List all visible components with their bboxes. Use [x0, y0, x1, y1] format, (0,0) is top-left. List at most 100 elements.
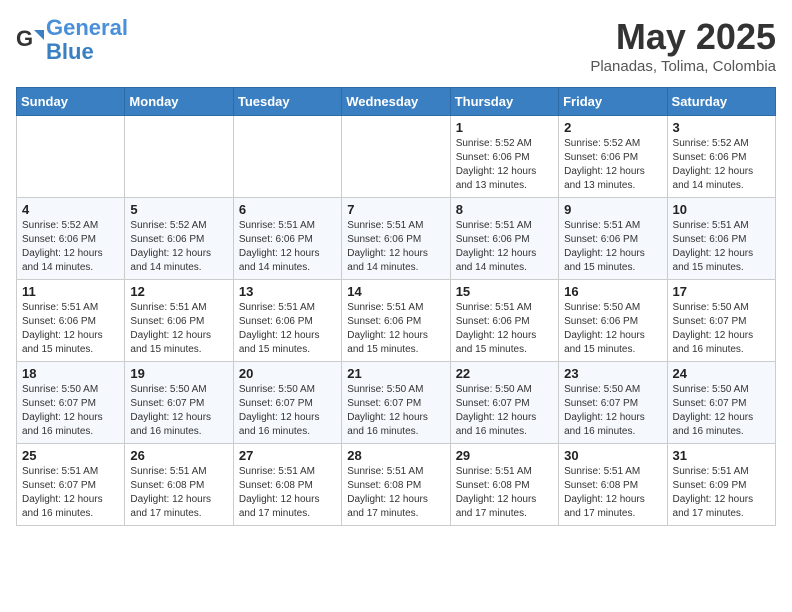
day-number: 26 [130, 448, 227, 463]
calendar-cell: 20Sunrise: 5:50 AM Sunset: 6:07 PM Dayli… [233, 362, 341, 444]
day-number: 13 [239, 284, 336, 299]
day-number: 1 [456, 120, 553, 135]
calendar-table: SundayMondayTuesdayWednesdayThursdayFrid… [16, 87, 776, 526]
day-number: 5 [130, 202, 227, 217]
calendar-cell: 29 Sunrise: 5:51 AM Sunset: 6:08 PM Dayli… [450, 444, 558, 526]
day-number: 27 [239, 448, 336, 463]
day-info: Sunrise: 5:52 AM Sunset: 6:06 PM Dayligh… [130, 219, 227, 275]
day-info: Sunrise: 5:51 AM Sunset: 6:06 PM Dayligh… [456, 219, 553, 275]
day-number: 8 [456, 202, 553, 217]
month-title: May 2025 [590, 16, 776, 58]
calendar-cell: 17 Sunrise: 5:50 AM Sunset: 6:07 PM Dayli… [667, 280, 775, 362]
day-info: Sunrise: 5:52 AM Sunset: 6:06 PM Dayligh… [22, 219, 119, 275]
calendar-cell: 8 Sunrise: 5:51 AM Sunset: 6:06 PM Daylig… [450, 198, 558, 280]
header: G General Blue May 2025 Planadas, Tolima… [16, 16, 776, 75]
day-number: 3 [673, 120, 770, 135]
day-number: 30 [564, 448, 661, 463]
calendar-cell: 28 Sunrise: 5:51 AM Sunset: 6:08 PM Dayli… [342, 444, 450, 526]
day-number: 14 [347, 284, 444, 299]
logo-icon: G [16, 26, 44, 54]
day-info: Sunrise: 5:51 AM Sunset: 6:08 PM Dayligh… [130, 465, 227, 521]
weekday-tuesday: Tuesday [233, 88, 341, 116]
calendar-cell: 24 Sunrise: 5:50 AM Sunset: 6:07 PM Dayli… [667, 362, 775, 444]
day-info: Sunrise: 5:51 AM Sunset: 6:06 PM Dayligh… [456, 301, 553, 357]
day-info: Sunrise: 5:50 AM Sunset: 6:06 PM Dayligh… [564, 301, 661, 357]
day-info: Sunrise: 5:51 AM Sunset: 6:07 PM Dayligh… [22, 465, 119, 521]
day-number: 25 [22, 448, 119, 463]
logo-line1: General [46, 15, 128, 40]
weekday-thursday: Thursday [450, 88, 558, 116]
calendar-cell: 25 Sunrise: 5:51 AM Sunset: 6:07 PM Dayli… [17, 444, 125, 526]
day-info: Sunrise: 5:51 AM Sunset: 6:06 PM Dayligh… [22, 301, 119, 357]
day-number: 15 [456, 284, 553, 299]
week-row-0: 1 Sunrise: 5:52 AM Sunset: 6:06 PM Daylig… [17, 116, 776, 198]
day-info: Sunrise: 5:51 AM Sunset: 6:06 PM Dayligh… [239, 301, 336, 357]
day-number: 22 [456, 366, 553, 381]
day-info: Sunrise: 5:50 AM Sunset: 6:07 PM Dayligh… [564, 383, 661, 439]
calendar-cell: 30 Sunrise: 5:51 AM Sunset: 6:08 PM Dayli… [559, 444, 667, 526]
calendar-cell: 15 Sunrise: 5:51 AM Sunset: 6:06 PM Dayli… [450, 280, 558, 362]
day-number: 29 [456, 448, 553, 463]
day-number: 18 [22, 366, 119, 381]
calendar-cell [233, 116, 341, 198]
day-info: Sunrise: 5:51 AM Sunset: 6:08 PM Dayligh… [347, 465, 444, 521]
week-row-2: 11Sunrise: 5:51 AM Sunset: 6:06 PM Dayli… [17, 280, 776, 362]
week-row-4: 25 Sunrise: 5:51 AM Sunset: 6:07 PM Dayli… [17, 444, 776, 526]
day-number: 23 [564, 366, 661, 381]
calendar-cell: 2Sunrise: 5:52 AM Sunset: 6:06 PM Daylig… [559, 116, 667, 198]
day-info: Sunrise: 5:51 AM Sunset: 6:06 PM Dayligh… [239, 219, 336, 275]
day-number: 17 [673, 284, 770, 299]
weekday-wednesday: Wednesday [342, 88, 450, 116]
week-row-1: 4Sunrise: 5:52 AM Sunset: 6:06 PM Daylig… [17, 198, 776, 280]
calendar-cell: 3 Sunrise: 5:52 AM Sunset: 6:06 PM Daylig… [667, 116, 775, 198]
weekday-header: SundayMondayTuesdayWednesdayThursdayFrid… [17, 88, 776, 116]
day-number: 24 [673, 366, 770, 381]
calendar-cell: 9Sunrise: 5:51 AM Sunset: 6:06 PM Daylig… [559, 198, 667, 280]
calendar-cell: 7 Sunrise: 5:51 AM Sunset: 6:06 PM Daylig… [342, 198, 450, 280]
day-info: Sunrise: 5:51 AM Sunset: 6:08 PM Dayligh… [239, 465, 336, 521]
day-info: Sunrise: 5:52 AM Sunset: 6:06 PM Dayligh… [673, 137, 770, 193]
day-number: 2 [564, 120, 661, 135]
svg-text:G: G [16, 26, 33, 51]
day-number: 20 [239, 366, 336, 381]
calendar-cell: 5 Sunrise: 5:52 AM Sunset: 6:06 PM Daylig… [125, 198, 233, 280]
day-info: Sunrise: 5:50 AM Sunset: 6:07 PM Dayligh… [22, 383, 119, 439]
calendar-cell: 18 Sunrise: 5:50 AM Sunset: 6:07 PM Dayli… [17, 362, 125, 444]
day-number: 28 [347, 448, 444, 463]
day-info: Sunrise: 5:51 AM Sunset: 6:06 PM Dayligh… [347, 301, 444, 357]
day-info: Sunrise: 5:50 AM Sunset: 6:07 PM Dayligh… [456, 383, 553, 439]
day-info: Sunrise: 5:50 AM Sunset: 6:07 PM Dayligh… [130, 383, 227, 439]
calendar-cell: 12Sunrise: 5:51 AM Sunset: 6:06 PM Dayli… [125, 280, 233, 362]
calendar-cell: 13 Sunrise: 5:51 AM Sunset: 6:06 PM Dayli… [233, 280, 341, 362]
day-info: Sunrise: 5:51 AM Sunset: 6:09 PM Dayligh… [673, 465, 770, 521]
weekday-friday: Friday [559, 88, 667, 116]
calendar-cell: 19 Sunrise: 5:50 AM Sunset: 6:07 PM Dayli… [125, 362, 233, 444]
day-info: Sunrise: 5:51 AM Sunset: 6:06 PM Dayligh… [347, 219, 444, 275]
day-info: Sunrise: 5:51 AM Sunset: 6:08 PM Dayligh… [564, 465, 661, 521]
calendar-cell: 22 Sunrise: 5:50 AM Sunset: 6:07 PM Dayli… [450, 362, 558, 444]
day-info: Sunrise: 5:51 AM Sunset: 6:06 PM Dayligh… [564, 219, 661, 275]
day-number: 19 [130, 366, 227, 381]
calendar-cell [342, 116, 450, 198]
weekday-sunday: Sunday [17, 88, 125, 116]
calendar-cell: 1 Sunrise: 5:52 AM Sunset: 6:06 PM Daylig… [450, 116, 558, 198]
day-info: Sunrise: 5:52 AM Sunset: 6:06 PM Dayligh… [456, 137, 553, 193]
calendar-cell: 23 Sunrise: 5:50 AM Sunset: 6:07 PM Dayli… [559, 362, 667, 444]
calendar-cell: 31Sunrise: 5:51 AM Sunset: 6:09 PM Dayli… [667, 444, 775, 526]
day-number: 16 [564, 284, 661, 299]
day-info: Sunrise: 5:51 AM Sunset: 6:06 PM Dayligh… [130, 301, 227, 357]
logo-line2: Blue [46, 39, 94, 64]
day-info: Sunrise: 5:50 AM Sunset: 6:07 PM Dayligh… [347, 383, 444, 439]
day-number: 6 [239, 202, 336, 217]
calendar-cell [17, 116, 125, 198]
day-info: Sunrise: 5:50 AM Sunset: 6:07 PM Dayligh… [673, 383, 770, 439]
title-area: May 2025 Planadas, Tolima, Colombia [590, 16, 776, 75]
day-number: 10 [673, 202, 770, 217]
calendar-cell: 11Sunrise: 5:51 AM Sunset: 6:06 PM Dayli… [17, 280, 125, 362]
calendar-cell: 21Sunrise: 5:50 AM Sunset: 6:07 PM Dayli… [342, 362, 450, 444]
calendar-cell [125, 116, 233, 198]
day-info: Sunrise: 5:50 AM Sunset: 6:07 PM Dayligh… [673, 301, 770, 357]
day-info: Sunrise: 5:51 AM Sunset: 6:08 PM Dayligh… [456, 465, 553, 521]
week-row-3: 18 Sunrise: 5:50 AM Sunset: 6:07 PM Dayli… [17, 362, 776, 444]
day-number: 7 [347, 202, 444, 217]
